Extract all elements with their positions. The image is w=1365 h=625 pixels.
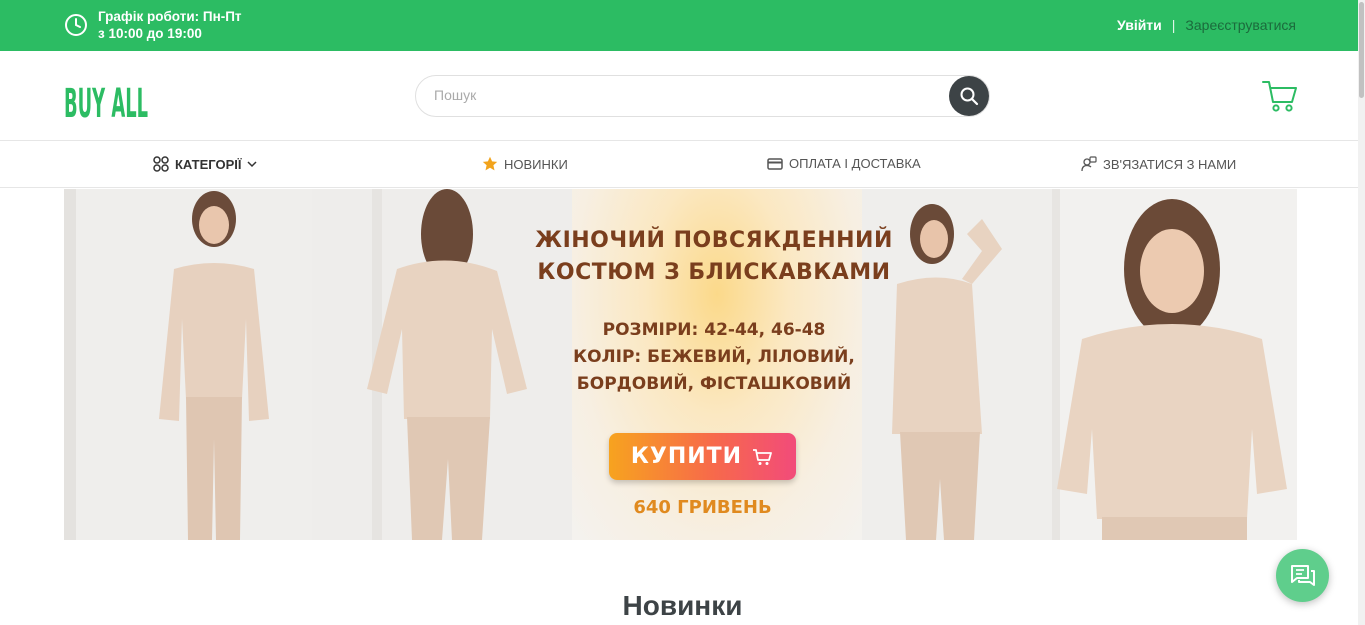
work-schedule: Графік роботи: Пн-Пт з 10:00 до 19:00 [64, 8, 242, 42]
chevron-down-icon [247, 161, 257, 168]
banner-title-line1: ЖІНОЧИЙ ПОВСЯКДЕННИЙ [535, 228, 893, 253]
nav-payment-delivery[interactable]: ОПЛАТА І ДОСТАВКА [767, 156, 921, 171]
logo-text: BUY ALL [64, 81, 148, 125]
banner-price: 640 ГРИВЕНЬ [633, 497, 772, 518]
cart-small-icon [753, 448, 772, 465]
schedule-days: Графік роботи: Пн-Пт [98, 9, 242, 24]
banner-title: ЖІНОЧИЙ ПОВСЯКДЕННИЙ КОСТЮМ З БЛИСКАВКАМ… [504, 225, 924, 289]
search-bar [415, 75, 990, 117]
chat-icon [1290, 564, 1315, 586]
banner-info: РОЗМІРИ: 42-44, 46-48 КОЛІР: БЕЖЕВИЙ, ЛІ… [534, 317, 894, 398]
model-photo-front [64, 189, 312, 540]
nav-contact[interactable]: ЗВ'ЯЗАТИСЯ З НАМИ [1081, 156, 1236, 172]
page-scrollbar[interactable] [1358, 0, 1365, 625]
auth-links: Увійти | Зареєструватися [1117, 17, 1296, 33]
cart-icon[interactable] [1261, 77, 1299, 115]
credit-card-icon [767, 157, 783, 170]
clock-icon [65, 14, 87, 36]
search-button[interactable] [949, 76, 989, 116]
main-nav: КАТЕГОРІЇ НОВИНКИ ОПЛАТА І ДОСТАВКА ЗВ'Я… [0, 142, 1365, 188]
login-link[interactable]: Увійти [1117, 17, 1162, 33]
promo-banner[interactable]: ЖІНОЧИЙ ПОВСЯКДЕННИЙ КОСТЮМ З БЛИСКАВКАМ… [64, 189, 1297, 540]
register-link[interactable]: Зареєструватися [1185, 17, 1296, 33]
chat-button[interactable] [1276, 549, 1329, 602]
nav-news[interactable]: НОВИНКИ [482, 156, 568, 172]
nav-contact-label: ЗВ'ЯЗАТИСЯ З НАМИ [1103, 156, 1237, 172]
scrollbar-thumb[interactable] [1359, 2, 1364, 98]
nav-categories-label: КАТЕГОРІЇ [175, 156, 242, 172]
schedule-hours: з 10:00 до 19:00 [98, 26, 202, 41]
search-icon [960, 87, 979, 106]
star-icon [482, 156, 498, 171]
nav-news-label: НОВИНКИ [504, 156, 568, 172]
banner-colors-line1: КОЛІР: БЕЖЕВИЙ, ЛІЛОВИЙ, [573, 347, 855, 367]
buy-all-logo[interactable]: BUY ALL [64, 69, 154, 125]
buy-button[interactable]: КУПИТИ [609, 433, 796, 480]
banner-colors-line2: БОРДОВИЙ, ФІСТАШКОВИЙ [576, 374, 852, 394]
nav-payment-label: ОПЛАТА І ДОСТАВКА [789, 156, 921, 171]
model-photo-closeup [1052, 189, 1297, 540]
auth-separator: | [1171, 17, 1176, 33]
buy-button-label: КУПИТИ [630, 444, 743, 469]
banner-title-line2: КОСТЮМ З БЛИСКАВКАМИ [537, 260, 891, 285]
section-title-news: Новинки [622, 590, 743, 621]
contact-icon [1081, 156, 1097, 172]
nav-categories[interactable]: КАТЕГОРІЇ [153, 156, 263, 172]
top-bar: Графік роботи: Пн-Пт з 10:00 до 19:00 Ув… [0, 0, 1365, 51]
banner-sizes: РОЗМІРИ: 42-44, 46-48 [602, 320, 826, 340]
search-input[interactable] [434, 87, 934, 103]
categories-icon [153, 156, 169, 172]
site-header: BUY ALL [0, 51, 1365, 141]
